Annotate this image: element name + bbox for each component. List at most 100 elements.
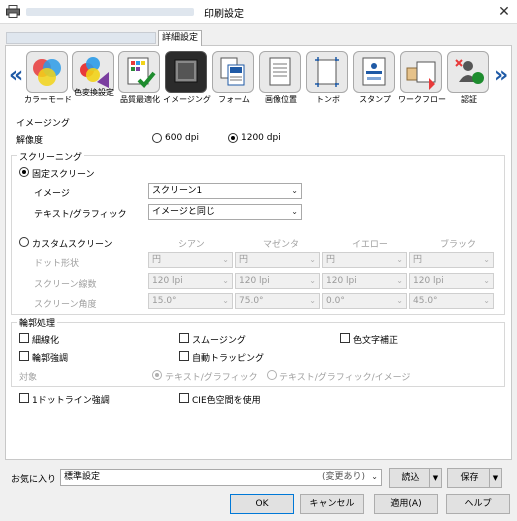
target-text-graphic-label: テキスト/グラフィック [165, 373, 258, 383]
select-value: 120 lpi [239, 276, 270, 286]
fixed-screen-radio[interactable] [19, 167, 29, 177]
save-button[interactable]: 保存 ▼ [447, 468, 502, 488]
resolution-1200-radio[interactable] [228, 133, 238, 143]
printer-name-redacted [26, 8, 194, 16]
color-conversion-icon [72, 51, 114, 93]
favorites-select[interactable]: 標準設定 (変更あり) ⌄ [60, 469, 382, 486]
image-screen-label: イメージ [34, 189, 70, 199]
angle-magenta-select[interactable]: 75.0° ⌄ [235, 293, 320, 309]
custom-screen-radio[interactable] [19, 237, 29, 247]
select-value: 15.0° [152, 296, 177, 306]
printer-icon [6, 5, 20, 18]
select-value: 円 [152, 255, 162, 265]
dot-shape-cyan-select[interactable]: 円 ⌄ [148, 252, 233, 268]
auto-trapping-checkbox[interactable] [179, 351, 189, 361]
select-value: 円 [413, 255, 423, 265]
select-value: 75.0° [239, 296, 264, 306]
chevron-down-icon: ⌄ [222, 276, 229, 285]
screening-group-label: スクリーニング [17, 150, 85, 163]
tab-advanced-settings[interactable]: 詳細設定 [158, 30, 202, 46]
text-graphic-screen-value: イメージと同じ [152, 207, 215, 217]
thin-line-label: 細線化 [32, 336, 60, 346]
select-value: 0.0° [326, 296, 345, 306]
target-text-graphic-radio[interactable] [152, 370, 162, 380]
favorites-label: お気に入り [11, 475, 57, 485]
quality-optimize-icon [118, 51, 160, 93]
cancel-button[interactable]: キャンセル [300, 494, 364, 514]
ok-button[interactable]: OK [230, 494, 294, 514]
color-text-correction-checkbox[interactable] [340, 333, 350, 343]
triangle-down-icon[interactable]: ▼ [429, 469, 441, 487]
chevron-down-icon: ⌄ [222, 296, 229, 305]
edge-enhance-checkbox[interactable] [19, 351, 29, 361]
chevron-down-icon: ⌄ [309, 255, 316, 264]
dot-shape-yellow-select[interactable]: 円 ⌄ [322, 252, 407, 268]
smoothing-label: スムージング [192, 336, 246, 346]
smoothing-checkbox[interactable] [179, 333, 189, 343]
column-magenta: マゼンタ [263, 240, 300, 250]
crop-marks-icon [306, 51, 348, 93]
edge-enhance-label: 輪郭強調 [32, 354, 69, 364]
chevron-down-icon: ⌄ [291, 207, 298, 216]
angle-yellow-select[interactable]: 0.0° ⌄ [322, 293, 407, 309]
close-button[interactable]: ✕ [494, 2, 514, 22]
resolution-600-label: 600 dpi [165, 133, 199, 143]
dot-shape-magenta-select[interactable]: 円 ⌄ [235, 252, 320, 268]
column-black: ブラック [440, 240, 477, 250]
scroll-right-arrow[interactable]: » [494, 63, 508, 88]
frequency-cyan-select[interactable]: 120 lpi ⌄ [148, 273, 233, 289]
one-dot-line-checkbox[interactable] [19, 393, 29, 403]
title-bar: 印刷設定 ✕ [0, 0, 517, 24]
stamp-icon [353, 51, 395, 93]
chevron-down-icon: ⌄ [396, 255, 403, 264]
icon-tab-label: 認証 [461, 95, 477, 104]
select-value: 円 [239, 255, 249, 265]
authentication-icon [447, 51, 489, 93]
one-dot-line-label: 1ドットライン強調 [32, 396, 110, 406]
dot-shape-black-select[interactable]: 円 ⌄ [409, 252, 494, 268]
favorites-value: 標準設定 [64, 472, 101, 482]
help-button[interactable]: ヘルプ [446, 494, 510, 514]
apply-button[interactable]: 適用(A) [374, 494, 438, 514]
frequency-magenta-select[interactable]: 120 lpi ⌄ [235, 273, 320, 289]
auto-trapping-label: 自動トラッピング [192, 354, 265, 364]
window-title: 印刷設定 [204, 9, 244, 20]
icon-tab-color-mode[interactable]: カラーモード [23, 51, 73, 111]
frequency-black-select[interactable]: 120 lpi ⌄ [409, 273, 494, 289]
image-screen-select[interactable]: スクリーン1 ⌄ [148, 183, 302, 199]
resolution-1200-label: 1200 dpi [241, 133, 281, 143]
select-value: 45.0° [413, 296, 438, 306]
edge-processing-group-label: 輪郭処理 [17, 316, 58, 329]
target-label: 対象 [19, 373, 38, 383]
select-value: 120 lpi [152, 276, 183, 286]
save-button-label: 保存 [460, 473, 479, 483]
chevron-down-icon: ⌄ [483, 276, 490, 285]
resolution-600-radio[interactable] [152, 133, 162, 143]
chevron-down-icon: ⌄ [222, 255, 229, 264]
load-button-label: 読込 [401, 473, 420, 483]
tab-redacted[interactable] [6, 32, 156, 44]
color-text-correction-label: 色文字補正 [353, 336, 399, 346]
angle-cyan-select[interactable]: 15.0° ⌄ [148, 293, 233, 309]
form-icon [212, 51, 254, 93]
chevron-down-icon: ⌄ [291, 186, 298, 195]
angle-black-select[interactable]: 45.0° ⌄ [409, 293, 494, 309]
select-value: 120 lpi [326, 276, 357, 286]
icon-tab-authentication[interactable]: 認証 [444, 51, 494, 111]
scroll-left-arrow[interactable]: « [9, 63, 23, 88]
image-position-icon [259, 51, 301, 93]
chevron-down-icon: ⌄ [396, 296, 403, 305]
target-text-graphic-image-radio[interactable] [267, 370, 277, 380]
frequency-yellow-select[interactable]: 120 lpi ⌄ [322, 273, 407, 289]
thin-line-checkbox[interactable] [19, 333, 29, 343]
chevron-down-icon: ⌄ [371, 472, 378, 481]
text-graphic-screen-select[interactable]: イメージと同じ ⌄ [148, 204, 302, 220]
chevron-down-icon: ⌄ [309, 296, 316, 305]
chevron-down-icon: ⌄ [309, 276, 316, 285]
triangle-down-icon[interactable]: ▼ [489, 469, 501, 487]
image-screen-value: スクリーン1 [152, 186, 203, 196]
favorites-status: (変更あり) [321, 472, 365, 482]
custom-screen-label: カスタムスクリーン [32, 240, 113, 250]
cie-color-space-checkbox[interactable] [179, 393, 189, 403]
load-button[interactable]: 読込 ▼ [389, 468, 442, 488]
